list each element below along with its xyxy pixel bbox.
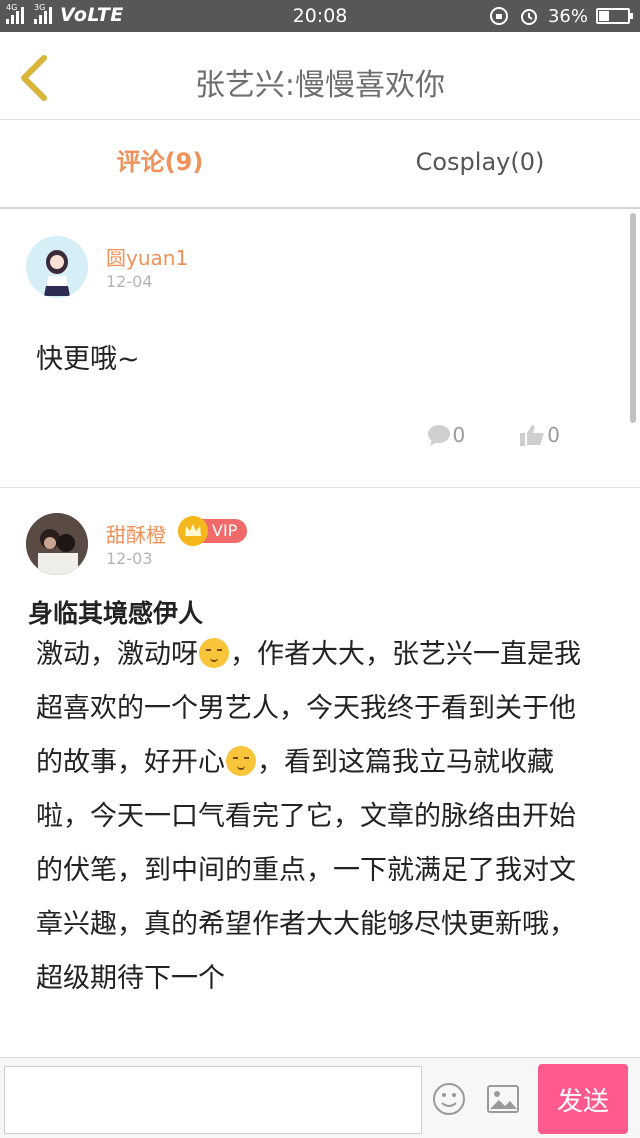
avatar[interactable]	[26, 513, 88, 575]
comment-date: 12-03	[106, 549, 153, 568]
username[interactable]: 圆yuan1	[106, 242, 188, 271]
status-bar: 4G 3G VoLTE 20:08 36%	[0, 0, 640, 32]
comment-actions: 0 0	[427, 423, 560, 447]
battery-icon	[596, 8, 633, 24]
avatar[interactable]	[26, 236, 88, 298]
reply-button[interactable]: 0	[427, 423, 466, 447]
comment-bubble-icon	[427, 425, 450, 446]
comment-date: 12-04	[106, 272, 153, 291]
image-icon[interactable]	[486, 1084, 520, 1114]
username[interactable]: 甜酥橙	[106, 519, 166, 548]
comment-input-bar: 发送	[0, 1057, 640, 1138]
scrollbar[interactable]	[630, 213, 636, 423]
page-title: 张艺兴:慢慢喜欢你	[194, 68, 446, 103]
comment-text: 激动，激动呀 ，作者大大，张艺兴一直是我超喜欢的一个男艺人，今天我终于看到关于他的…	[36, 638, 581, 994]
comment-text: 快更哦~	[36, 344, 140, 375]
comment-item: 圆yuan1 12-04 快更哦~ 0 0	[0, 211, 640, 488]
app-header: 张艺兴:慢慢喜欢你	[0, 32, 640, 120]
reply-count: 0	[452, 423, 466, 447]
relieved-emoji-icon	[226, 746, 256, 776]
comment-list[interactable]: 圆yuan1 12-04 快更哦~ 0 0 甜酥橙 VIP 12-03 身临其境…	[0, 211, 640, 1057]
comment-input[interactable]	[4, 1066, 422, 1134]
comment-item: 甜酥橙 VIP 12-03 身临其境感伊人 激动，激动呀 ，作者大大，张艺兴一直是…	[0, 488, 640, 1057]
like-count: 0	[547, 423, 560, 447]
emoji-icon[interactable]	[432, 1082, 466, 1116]
comment-subject: 身临其境感伊人	[28, 599, 204, 628]
tab-cosplay[interactable]: Cosplay(0)	[320, 121, 640, 207]
alarm-icon	[520, 9, 537, 25]
crown-icon	[178, 516, 208, 546]
send-button[interactable]: 发送	[538, 1064, 628, 1134]
thumbs-up-icon	[520, 425, 544, 446]
battery-percent: 36%	[547, 5, 588, 27]
vip-badge: VIP	[178, 516, 248, 546]
kiss-emoji-icon	[199, 638, 229, 668]
tab-comments[interactable]: 评论(9)	[0, 121, 320, 207]
tab-bar: 评论(9) Cosplay(0)	[0, 121, 640, 209]
like-button[interactable]: 0	[519, 423, 560, 447]
rotation-lock-icon	[489, 7, 508, 25]
